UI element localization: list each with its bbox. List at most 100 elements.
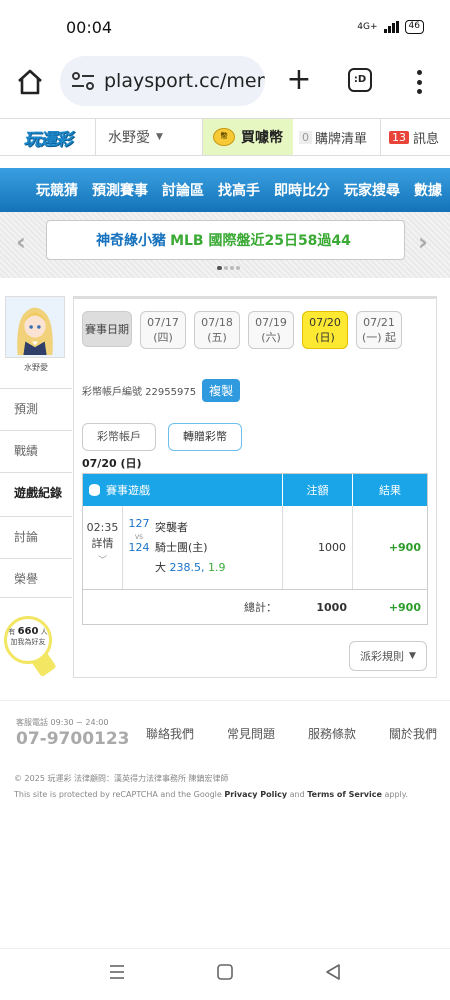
date-button-selected[interactable]: 07/20 (日) (302, 311, 348, 349)
tab-gift-coins[interactable]: 轉贈彩幣 (168, 423, 242, 451)
home-team: 騎士團(主) (155, 541, 208, 554)
android-nav-bar (0, 948, 450, 1000)
main-nav: 玩競猜 預測賽事 討論區 找高手 即時比分 玩家搜尋 數據 (0, 168, 450, 212)
announcement-carousel: ‹ 神奇綠小豬 MLB 國際盤近25日58過44 › (0, 212, 450, 278)
banner-record: MLB 國際盤近25日58過44 (170, 233, 351, 249)
away-team-id: 127 (128, 517, 150, 530)
chevron-down-icon[interactable]: ﹀ (98, 556, 107, 566)
sidebar-item-discuss[interactable]: 討論 (0, 516, 72, 556)
tab-switcher-icon[interactable]: :D (348, 68, 372, 92)
pick-line: 238.5 (169, 561, 202, 574)
total-bet: 1000 (316, 600, 347, 614)
battery-icon: 46 (404, 20, 424, 34)
table-total-row: 總計： 1000 +900 (83, 590, 427, 624)
site-footer: 客服電話 09:30 ~ 24:00 07-9700123 聯絡我們 常見問題 … (0, 700, 450, 948)
bulb-suffix: 人 (40, 628, 48, 636)
user-dropdown[interactable]: 水野愛 ▼ (96, 119, 203, 155)
cart-button[interactable]: 0 購牌清單 (293, 119, 381, 155)
address-bar[interactable]: playsport.cc/men (60, 56, 265, 106)
back-icon[interactable] (324, 963, 342, 981)
nav-item-player-search[interactable]: 玩家搜尋 (344, 180, 400, 200)
coin-icon: 幣 (213, 128, 235, 146)
home-nav-icon[interactable] (216, 963, 234, 981)
messages-label: 訊息 (413, 131, 440, 147)
column-game: 賽事遊戲 (83, 474, 283, 506)
copy-button[interactable]: 複製 (202, 379, 241, 402)
site-header: 玩運彩 水野愛 ▼ 幣 買噱幣 0 購牌清單 13 訊息 (0, 118, 450, 156)
recent-apps-icon[interactable] (108, 963, 126, 981)
caret-down-icon: ▼ (156, 132, 163, 142)
chevron-left-icon[interactable]: ‹ (16, 228, 26, 256)
selected-date-heading: 07/20 (日) (82, 457, 142, 470)
column-result: 結果 (379, 484, 401, 497)
footer-link-terms[interactable]: 服務條款 (308, 725, 356, 742)
new-tab-icon[interactable]: + (284, 65, 314, 95)
away-team: 突襲者 (155, 521, 188, 534)
date-button[interactable]: 07/17 (四) (140, 311, 186, 349)
home-team-id: 124 (128, 541, 150, 554)
footer-link-faq[interactable]: 常見問題 (227, 725, 275, 742)
friend-count: 660 (17, 626, 39, 637)
add-friend-label: 加我為好友 (10, 638, 46, 646)
caret-down-icon: ▼ (409, 651, 416, 661)
date-selector: 賽事日期 07/17 (四) 07/18 (五) 07/19 (六) 07/20 (日)… (82, 311, 402, 349)
game-log-table: 賽事遊戲 注額 結果 02:35 詳情 ﹀ 127 VS 124 突襲者 騎士團… (82, 473, 428, 625)
message-count-badge: 13 (389, 130, 409, 144)
game-time: 02:35 (86, 521, 119, 534)
network-label: 4G+ (357, 22, 378, 32)
browser-toolbar: playsport.cc/men + :D (0, 52, 450, 114)
add-friend-badge[interactable]: 有 660 人 加我為好友 (4, 616, 52, 664)
sidebar-item-record[interactable]: 戰績 (0, 430, 72, 470)
total-result: +900 (388, 600, 421, 614)
payout-rules-button[interactable]: 派彩規則 ▼ (349, 641, 427, 671)
buy-coin-label: 買噱幣 (241, 130, 283, 146)
messages-button[interactable]: 13 訊息 (381, 119, 450, 155)
date-button[interactable]: 07/21 (一) 起 (356, 311, 402, 349)
database-icon (89, 484, 100, 496)
privacy-policy-link[interactable]: Privacy Policy (224, 790, 287, 799)
status-icons: 4G+ 46 (357, 20, 424, 34)
site-settings-icon[interactable] (70, 71, 96, 91)
footer-link-contact[interactable]: 聯絡我們 (146, 725, 194, 742)
more-menu-icon[interactable] (412, 68, 426, 96)
game-log-panel: 賽事日期 07/17 (四) 07/18 (五) 07/19 (六) 07/20 (日)… (73, 296, 437, 678)
sidebar-item-predict[interactable]: 預測 (0, 388, 72, 428)
date-button[interactable]: 07/18 (五) (194, 311, 240, 349)
clock: 00:04 (66, 18, 113, 37)
terms-of-service-link[interactable]: Terms of Service (307, 790, 382, 799)
column-bet: 注額 (283, 474, 353, 506)
footer-link-about[interactable]: 關於我們 (389, 725, 437, 742)
account-number-row: 彩幣帳戶編號 22955975 複製 (82, 379, 241, 402)
tab-coin-account[interactable]: 彩幣帳戶 (82, 423, 156, 451)
cart-label: 購牌清單 (315, 131, 368, 147)
nav-item-livescore[interactable]: 即時比分 (274, 180, 330, 200)
announcement-banner[interactable]: 神奇綠小豬 MLB 國際盤近25日58過44 (46, 220, 405, 260)
cart-count-badge: 0 (299, 130, 312, 144)
details-link[interactable]: 詳情 (92, 537, 114, 550)
sidebar-item-honor[interactable]: 榮譽 (0, 558, 72, 598)
nav-item-predict[interactable]: 預測賽事 (92, 180, 148, 200)
hotline-label: 客服電話 09:30 ~ 24:00 (16, 718, 109, 727)
bet-amount: 1000 (283, 506, 353, 589)
nav-item-forum[interactable]: 討論區 (162, 180, 204, 200)
sidebar-item-game-log[interactable]: 遊戲紀錄 (0, 472, 72, 512)
sub-tabs: 彩幣帳戶 轉贈彩幣 (82, 423, 242, 451)
chevron-right-icon[interactable]: › (418, 228, 428, 256)
hotline-number[interactable]: 07-9700123 (16, 729, 130, 749)
nav-item-guess[interactable]: 玩競猜 (36, 180, 78, 200)
home-icon[interactable] (14, 66, 46, 98)
bulb-prefix: 有 (8, 628, 16, 636)
footer-links: 聯絡我們 常見問題 服務條款 關於我們 (146, 725, 437, 742)
status-bar: 00:04 4G+ 46 (0, 0, 450, 52)
site-logo[interactable]: 玩運彩 (0, 119, 96, 155)
avatar[interactable] (5, 296, 65, 358)
nav-item-experts[interactable]: 找高手 (218, 180, 260, 200)
date-button[interactable]: 07/19 (六) (248, 311, 294, 349)
buy-coin-button[interactable]: 幣 買噱幣 (203, 119, 293, 155)
avatar-image (6, 297, 64, 357)
signal-icon (383, 21, 399, 33)
nav-item-data[interactable]: 數據 (414, 180, 442, 200)
pick-type: 大 (155, 561, 166, 574)
pick-odds: 1.9 (208, 561, 226, 574)
team-ids: 127 VS 124 (123, 506, 155, 589)
